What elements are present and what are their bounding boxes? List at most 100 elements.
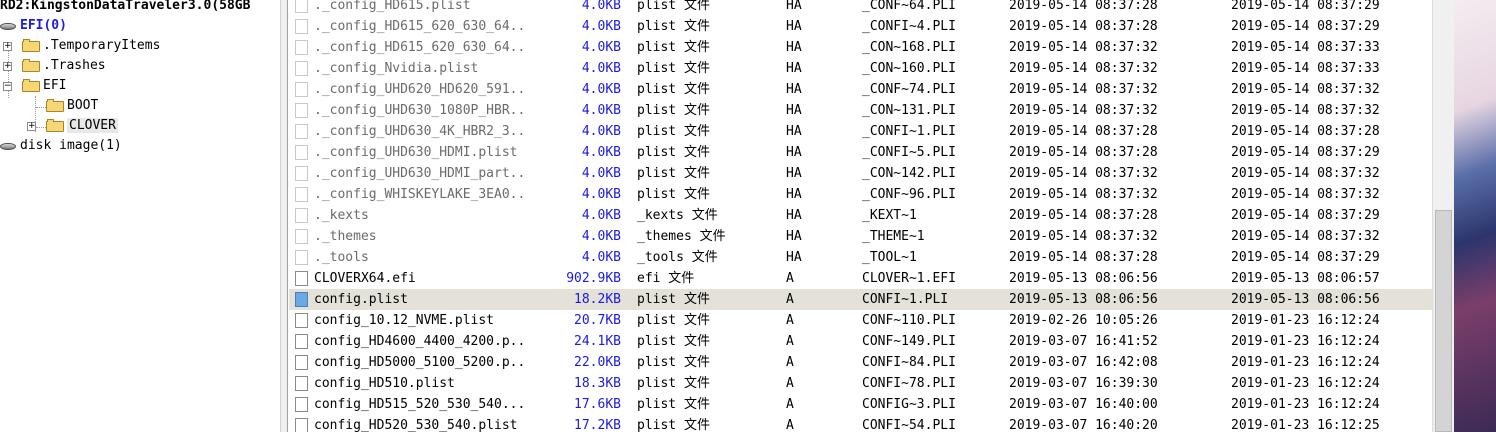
file-icon (295, 40, 308, 55)
file-row[interactable]: ._config_UHD630_HDMI_part... 4.0KB plist 文… (289, 163, 1432, 184)
file-created-time: 2019-03-07 16:40:20 (1009, 418, 1158, 432)
file-attributes: HA (786, 166, 802, 181)
expand-toggle[interactable]: + (3, 62, 12, 71)
file-short-name: _CON~160.PLI (862, 61, 956, 76)
file-row[interactable]: config_10.12_NVME.plist 20.7KB plist 文件 A CO… (289, 310, 1432, 331)
file-size: 4.0KB (581, 250, 621, 265)
file-type: plist 文件 (637, 61, 710, 76)
tree-node-temporaryitems[interactable]: .TemporaryItems (22, 36, 160, 56)
file-row[interactable]: ._config_WHISKEYLAKE_3EA0... 4.0KB plist 文… (289, 184, 1432, 205)
file-row[interactable]: ._kexts 4.0KB _kexts 文件 HA _KEXT~1 2019-05-14… (289, 205, 1432, 226)
file-size: 4.0KB (581, 124, 621, 139)
file-row[interactable]: config.plist 18.2KB plist 文件 A CONFI~1.PLI 20… (289, 289, 1432, 310)
file-row[interactable]: config_HD5000_5100_5200.p... 22.0KB plist … (289, 352, 1432, 373)
file-icon (295, 187, 308, 202)
file-icon (295, 82, 308, 97)
file-attributes: HA (786, 187, 802, 202)
file-icon (295, 250, 308, 265)
file-size: 4.0KB (581, 103, 621, 118)
collapse-toggle[interactable]: − (3, 82, 12, 91)
file-modified-time: 2019-05-14 08:37:32 (1231, 82, 1380, 97)
file-modified-time: 2019-05-13 08:06:57 (1231, 271, 1380, 286)
file-name: ._themes (314, 229, 377, 244)
file-name: ._config_Nvidia.plist (314, 61, 479, 76)
file-short-name: CONFI~84.PLI (862, 355, 956, 370)
file-name: config_HD5000_5100_5200.p... (314, 355, 524, 370)
tree-node-efi-partition[interactable]: EFI(0) (0, 16, 67, 36)
file-attributes: A (786, 271, 794, 286)
vertical-scrollbar[interactable] (1432, 0, 1454, 432)
file-row[interactable]: ._config_UHD630_1080P_HBR... 4.0KB plist 文… (289, 100, 1432, 121)
file-created-time: 2019-05-14 08:37:28 (1009, 0, 1158, 13)
file-attributes: A (786, 355, 794, 370)
file-attributes: A (786, 397, 794, 412)
disk-icon (0, 21, 16, 31)
file-row[interactable]: ._config_HD615_620_630_64... 4.0KB plist 文… (289, 16, 1432, 37)
file-short-name: _CONF~74.PLI (862, 82, 956, 97)
file-row[interactable]: CLOVERX64.efi 902.9KB efi 文件 A CLOVER~1.EFI 2… (289, 268, 1432, 289)
file-row[interactable]: ._config_UHD630_4K_HBR2_3... 4.0KB plist 文… (289, 121, 1432, 142)
file-row[interactable]: ._config_HD615.plist 4.0KB plist 文件 HA _CONF… (289, 0, 1432, 16)
tree-line (36, 107, 46, 108)
file-row[interactable]: ._config_UHD630_HDMI.plist 4.0KB plist 文件 H… (289, 142, 1432, 163)
file-short-name: _CONF~64.PLI (862, 0, 956, 13)
file-row[interactable]: config_HD4600_4400_4200.p... 24.1KB plist … (289, 331, 1432, 352)
file-short-name: _CONFI~4.PLI (862, 19, 956, 34)
tree-node-disk-image[interactable]: disk image(1) (0, 136, 122, 156)
file-name: ._config_UHD630_HDMI.plist (314, 145, 518, 160)
file-name: CLOVERX64.efi (314, 271, 416, 286)
expand-toggle[interactable]: + (27, 122, 36, 131)
file-short-name: CONFI~54.PLI (862, 418, 956, 432)
file-row[interactable]: config_HD515_520_530_540.... 17.6KB plist … (289, 394, 1432, 415)
tree-node-clover[interactable]: CLOVER (46, 116, 118, 136)
file-row[interactable]: ._config_Nvidia.plist 4.0KB plist 文件 HA _CON… (289, 58, 1432, 79)
file-size: 4.0KB (581, 208, 621, 223)
file-attributes: HA (786, 61, 802, 76)
file-row[interactable]: config_HD510.plist 18.3KB plist 文件 A CONFI~7… (289, 373, 1432, 394)
tree-node-boot[interactable]: BOOT (46, 96, 98, 116)
file-modified-time: 2019-05-14 08:37:29 (1231, 145, 1380, 160)
file-icon (295, 61, 308, 76)
file-type: plist 文件 (637, 40, 710, 55)
file-attributes: A (786, 313, 794, 328)
file-icon (295, 19, 308, 34)
file-attributes: HA (786, 0, 802, 13)
file-size: 18.3KB (574, 376, 621, 391)
file-name: ._config_UHD630_1080P_HBR... (314, 103, 524, 118)
file-attributes: A (786, 418, 794, 432)
file-type: plist 文件 (637, 355, 710, 370)
file-type: plist 文件 (637, 166, 710, 181)
file-size: 17.2KB (574, 418, 621, 432)
file-attributes: A (786, 334, 794, 349)
file-attributes: HA (786, 82, 802, 97)
tree-node-efi-folder[interactable]: EFI (22, 76, 66, 96)
file-row[interactable]: ._themes 4.0KB _themes 文件 HA _THEME~1 2019-05… (289, 226, 1432, 247)
file-type: plist 文件 (637, 0, 710, 13)
pane-splitter[interactable] (280, 0, 288, 432)
file-row[interactable]: ._config_UHD620_HD620_591... 4.0KB plist 文… (289, 79, 1432, 100)
drive-title: RD2:KingstonDataTraveler3.0(58GB (0, 0, 250, 13)
file-created-time: 2019-05-14 08:37:32 (1009, 103, 1158, 118)
file-modified-time: 2019-05-14 08:37:29 (1231, 250, 1380, 265)
file-attributes: A (786, 292, 794, 307)
file-attributes: HA (786, 103, 802, 118)
file-modified-time: 2019-05-14 08:37:29 (1231, 19, 1380, 34)
file-created-time: 2019-03-07 16:41:52 (1009, 334, 1158, 349)
file-row[interactable]: ._config_HD615_620_630_64... 4.0KB plist 文… (289, 37, 1432, 58)
file-type: plist 文件 (637, 187, 710, 202)
expand-toggle[interactable]: + (3, 42, 12, 51)
file-created-time: 2019-05-14 08:37:28 (1009, 145, 1158, 160)
file-row[interactable]: config_HD520_530_540.plist 17.2KB plist 文件… (289, 415, 1432, 432)
file-attributes: HA (786, 250, 802, 265)
file-icon (295, 355, 308, 370)
scrollbar-thumb[interactable] (1435, 210, 1452, 432)
file-size: 17.6KB (574, 397, 621, 412)
file-size: 4.0KB (581, 40, 621, 55)
file-modified-time: 2019-05-14 08:37:32 (1231, 229, 1380, 244)
file-icon (295, 166, 308, 181)
file-type: _themes 文件 (637, 229, 726, 244)
file-row[interactable]: ._tools 4.0KB _tools 文件 HA _TOOL~1 2019-05-14… (289, 247, 1432, 268)
tree-node-trashes[interactable]: .Trashes (22, 56, 106, 76)
file-size: 4.0KB (581, 19, 621, 34)
file-modified-time: 2019-01-23 16:12:24 (1231, 313, 1380, 328)
